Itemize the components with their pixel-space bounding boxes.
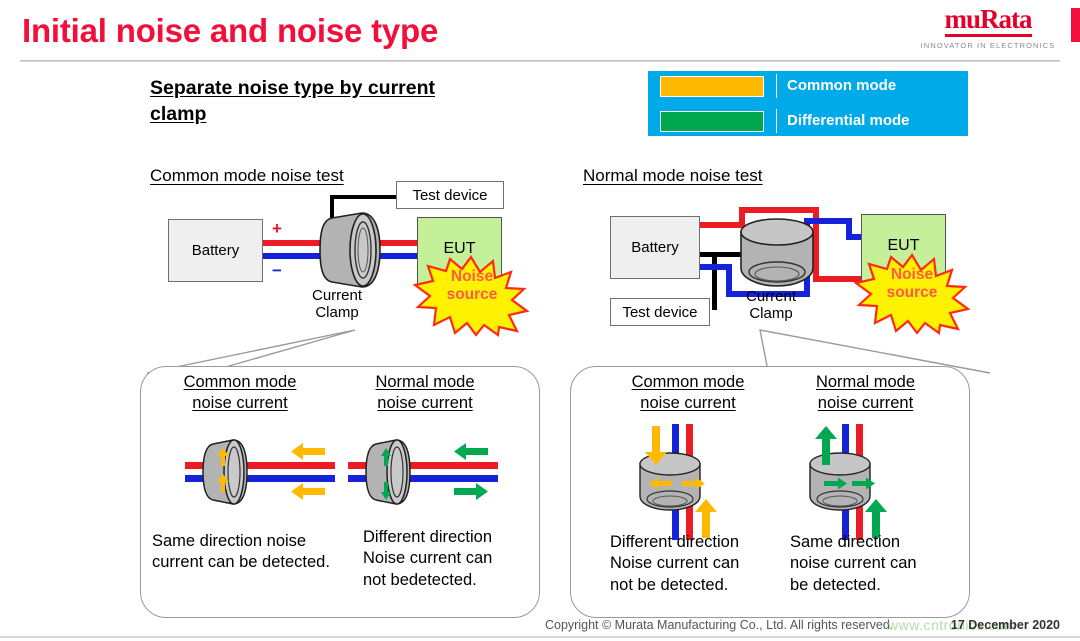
test-device-box-right: Test device: [610, 298, 710, 326]
head-line2: noise current: [192, 394, 288, 413]
diagram-title-normal-mode: Normal mode noise test: [583, 166, 763, 185]
section-heading: Separate noise type by current clamp: [150, 76, 500, 127]
legend-label-common-mode: Common mode: [776, 74, 968, 98]
legend-swatch-wrap: [648, 75, 776, 97]
head-line2: noise current: [640, 394, 736, 413]
clamp-caption-line1: Current: [746, 288, 797, 305]
diagram-title-common-mode: Common mode noise test: [150, 166, 344, 185]
callout-left-panel1-graphic: [185, 439, 335, 505]
text-line1: Same direction: [790, 533, 901, 551]
callout-right-panel2-head: Common mode Normal mode noise current: [783, 372, 948, 414]
callout-left-panel1-text: Same direction noise current can be dete…: [152, 531, 342, 574]
clamp-caption-line2: Clamp: [749, 305, 793, 323]
noise-source-line1: Noise: [450, 268, 494, 285]
noise-source-label-left: Noise source: [432, 268, 512, 304]
head-line2: noise current: [817, 394, 914, 413]
slide: Initial noise and noise type muRata INNO…: [0, 0, 1080, 641]
text-line2: current can be detected.: [152, 553, 330, 572]
battery-box-right: Battery: [610, 216, 700, 279]
test-device-box-left: Test device: [396, 181, 504, 209]
legend-row-differential-mode: Differential mode: [648, 106, 968, 136]
callout-right-panel2-text: Same direction noise current can be dete…: [790, 532, 970, 596]
current-clamp-right: [740, 218, 814, 287]
text-line1: Different direction: [363, 528, 493, 546]
wire-black-horizontal: [330, 195, 398, 199]
head-line1: Common mode: [631, 373, 745, 391]
head-line1: Normal mode: [375, 373, 475, 391]
callout-left-panel2-head: Normal mode noise current: [345, 372, 505, 414]
legend: Common mode Differential mode: [648, 71, 968, 136]
legend-swatch-differential-mode: [660, 110, 764, 132]
text-line2: noise current can: [790, 554, 917, 573]
section-heading-line1: Separate noise type by current: [150, 77, 436, 99]
corner-accent-bar: [1071, 8, 1080, 42]
noise-source-line1: Noise: [890, 266, 934, 283]
polarity-plus-left: +: [272, 219, 282, 238]
footer-copyright: Copyright © Murata Manufacturing Co., Lt…: [545, 618, 894, 632]
wire-black-vertical-right: [712, 252, 717, 310]
head-line1: Common mode: [183, 373, 297, 391]
wire-red-r3: [739, 207, 819, 213]
legend-label-differential-mode: Differential mode: [776, 109, 968, 133]
clamp-caption-right: Current Clamp: [746, 288, 796, 323]
callout-right-panel1-head: Common mode noise current: [603, 372, 773, 414]
footer-date: 17 December 2020: [950, 618, 1060, 632]
head-line1: Normal mode: [815, 373, 916, 391]
callout-left-panel2-text: Different direction Noise current can no…: [363, 527, 538, 591]
page-title: Initial noise and noise type: [22, 12, 439, 49]
text-line3: not be detected.: [610, 575, 729, 594]
battery-box-left: Battery: [168, 219, 263, 282]
callout-right-panel2-graphic: [809, 424, 887, 540]
logo-tagline: INNOVATOR IN ELECTRONICS: [920, 41, 1056, 50]
section-heading-line2: clamp: [150, 102, 207, 125]
clamp-caption-line1: Current: [312, 287, 363, 304]
callout-right-panel1-text: Different direction Noise current can no…: [610, 532, 795, 596]
header-divider: [20, 60, 1060, 62]
murata-logo: muRata INNOVATOR IN ELECTRONICS: [918, 6, 1058, 51]
noise-source-line2: source: [886, 283, 938, 301]
text-line1: Same direction noise: [152, 532, 307, 550]
callout-left-panel2-graphic: [348, 439, 498, 505]
clamp-caption-left: Current Clamp: [312, 287, 362, 322]
clamp-caption-line2: Clamp: [315, 304, 359, 322]
text-line2: Noise current can: [610, 554, 740, 573]
legend-swatch-wrap: [648, 110, 776, 132]
text-line3: be detected.: [790, 575, 881, 594]
footer-divider: [0, 636, 1080, 638]
text-line1: Different direction: [610, 533, 740, 551]
logo-wordmark: muRata: [944, 6, 1033, 37]
current-clamp-left: [319, 212, 381, 288]
callout-right-panel1-graphic: [639, 424, 717, 540]
legend-swatch-common-mode: [660, 75, 764, 97]
head-line2: noise current: [377, 394, 473, 413]
noise-source-label-right: Noise source: [872, 266, 952, 302]
text-line3: not bedetected.: [363, 570, 477, 589]
polarity-minus-left: −: [272, 261, 282, 280]
text-line2: Noise current can: [363, 549, 493, 568]
noise-source-line2: source: [446, 285, 498, 303]
callout-left-panel1-head: Common mode noise current: [160, 372, 320, 414]
legend-row-common-mode: Common mode: [648, 71, 968, 101]
